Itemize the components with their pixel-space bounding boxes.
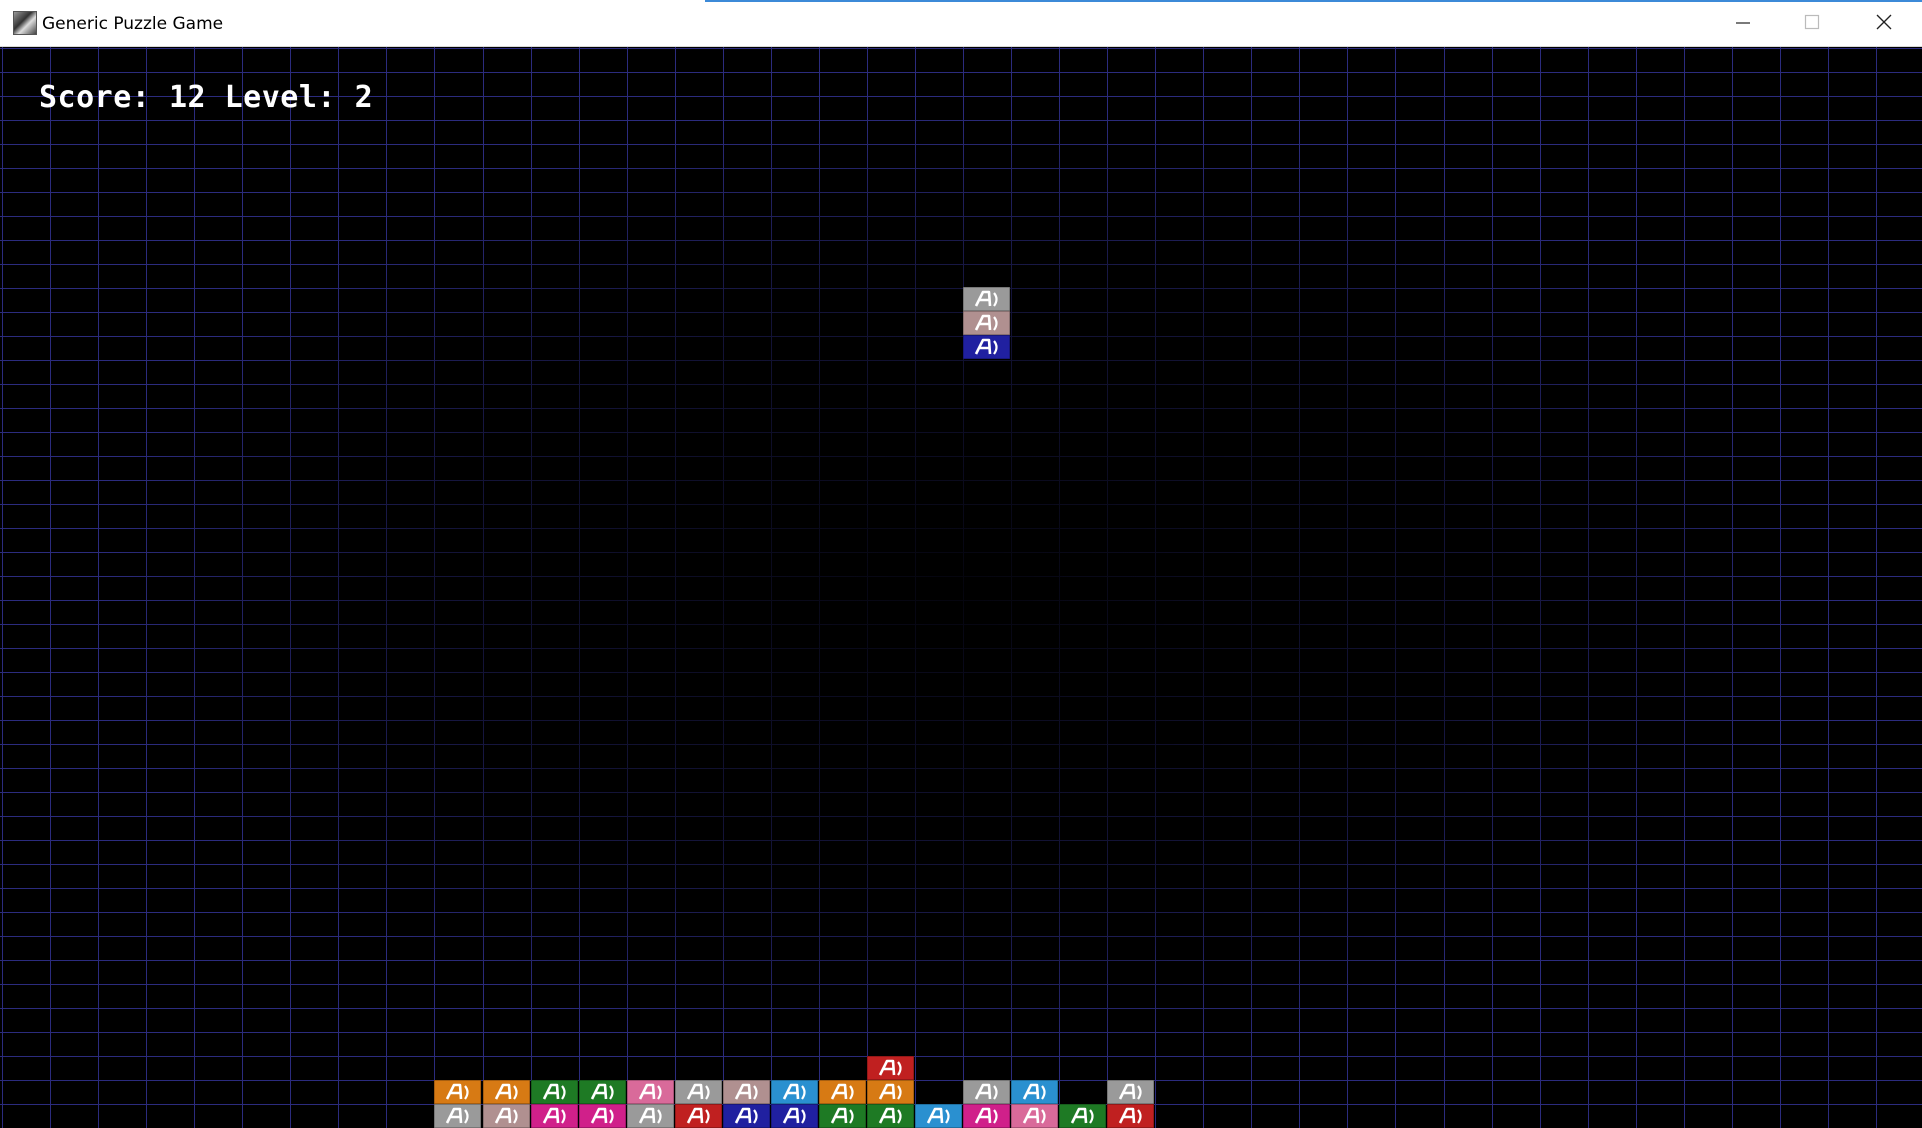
stacked-block xyxy=(723,1104,770,1128)
stacked-block xyxy=(675,1104,722,1128)
stacked-block xyxy=(963,1080,1010,1104)
stacked-block xyxy=(915,1104,962,1128)
game-board[interactable]: Score: 12 Level: 2 xyxy=(0,47,1922,1128)
stacked-block xyxy=(963,1104,1010,1128)
level-label: Level: xyxy=(224,80,336,115)
stacked-block xyxy=(819,1104,866,1128)
background-grid xyxy=(0,47,1922,1128)
maximize-icon xyxy=(1804,14,1820,30)
stacked-block xyxy=(531,1104,578,1128)
score-value: 12 xyxy=(168,80,207,115)
stacked-block xyxy=(627,1080,674,1104)
stacked-block xyxy=(1107,1080,1154,1104)
app-icon[interactable] xyxy=(13,11,37,35)
stacked-block xyxy=(434,1080,481,1104)
maximize-button[interactable] xyxy=(1781,0,1851,46)
stacked-block xyxy=(531,1080,578,1104)
stacked-block xyxy=(867,1080,914,1104)
stacked-block xyxy=(1011,1104,1058,1128)
close-button[interactable] xyxy=(1852,0,1922,46)
stacked-block xyxy=(723,1080,770,1104)
falling-block xyxy=(963,311,1010,335)
stacked-block xyxy=(867,1104,914,1128)
stacked-block xyxy=(771,1080,818,1104)
stacked-block xyxy=(579,1104,626,1128)
level-value: 2 xyxy=(354,80,374,115)
window-title: Generic Puzzle Game xyxy=(42,14,224,34)
stacked-block xyxy=(1011,1080,1058,1104)
falling-block xyxy=(963,287,1010,311)
stacked-block xyxy=(771,1104,818,1128)
minimize-icon xyxy=(1736,22,1750,24)
stacked-block xyxy=(483,1080,530,1104)
minimize-button[interactable] xyxy=(1712,0,1782,46)
stacked-block xyxy=(434,1104,481,1128)
title-bar[interactable]: Generic Puzzle Game xyxy=(0,0,1922,47)
stacked-block xyxy=(1107,1104,1154,1128)
close-icon xyxy=(1876,14,1892,30)
stacked-block xyxy=(1059,1104,1106,1128)
stacked-block xyxy=(579,1080,626,1104)
stacked-block xyxy=(867,1056,914,1080)
stacked-block xyxy=(819,1080,866,1104)
stacked-block xyxy=(627,1104,674,1128)
falling-block xyxy=(963,335,1010,359)
score-level-display: Score: 12 Level: 2 xyxy=(39,83,373,113)
stacked-block xyxy=(483,1104,530,1128)
game-window: Generic Puzzle Game Score: 12 Level: 2 xyxy=(0,0,1922,1128)
score-label: Score: xyxy=(39,80,151,115)
stacked-block xyxy=(675,1080,722,1104)
